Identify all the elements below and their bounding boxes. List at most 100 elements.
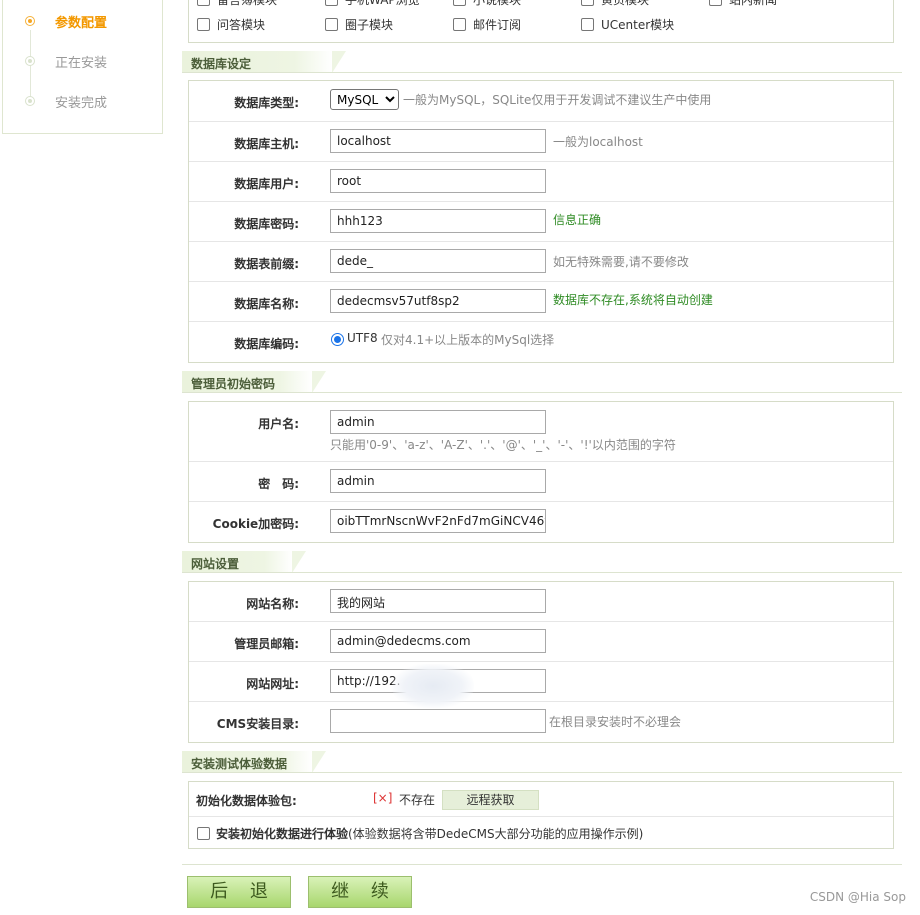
step-label: 正在安装	[55, 55, 108, 71]
step-config: 参数配置	[25, 11, 107, 31]
field-label: 用户名:	[258, 417, 299, 431]
field-label: 数据库名称:	[234, 297, 299, 311]
redaction-blur	[392, 664, 474, 708]
module-label: 黄页模块	[601, 0, 650, 7]
section-divider	[182, 392, 902, 393]
field-hint: 一般为localhost	[553, 135, 643, 149]
form-row: Cookie加密码: oibTTmrNscnWvF2nFd7mGiNCV46w	[189, 502, 893, 543]
module-checkbox-group[interactable]	[325, 18, 338, 31]
section-divider	[182, 772, 902, 773]
back-button[interactable]: 后 退	[187, 876, 291, 908]
section-divider	[182, 72, 902, 73]
step-dot-icon	[25, 96, 35, 106]
field-label: 网站网址:	[246, 677, 299, 691]
section-title-database: 数据库设定	[182, 51, 346, 73]
watermark: CSDN @Hia Sop	[809, 890, 906, 904]
db-user-input[interactable]: root	[330, 169, 546, 193]
module-label: 手机WAP浏览	[345, 0, 420, 7]
form-row: CMS安装目录: 在根目录安装时不必理会	[189, 702, 893, 743]
form-row: 网站网址: http://192.	[189, 662, 893, 702]
cms-dir-input[interactable]	[330, 709, 546, 733]
admin-username-input[interactable]: admin	[330, 410, 546, 434]
db-password-input[interactable]: hhh123	[330, 209, 546, 233]
module-checkbox-ask[interactable]	[197, 18, 210, 31]
field-label: 数据表前缀:	[234, 257, 299, 271]
field-hint: 在根目录安装时不必理会	[549, 715, 682, 729]
field-label: 网站名称:	[246, 597, 299, 611]
install-demo-label: 安装初始化数据进行体验	[216, 827, 349, 841]
field-hint: 只能用'0-9'、'a-z'、'A-Z'、'.'、'@'、'_'、'-'、'!'…	[330, 438, 676, 452]
section-title-admin: 管理员初始密码	[182, 371, 326, 393]
remote-fetch-button[interactable]: 远程获取	[442, 790, 539, 810]
module-checkbox-mail[interactable]	[453, 18, 466, 31]
module-checkbox-guestbook[interactable]	[197, 0, 210, 6]
module-label: 问答模块	[217, 18, 266, 32]
field-hint: 一般为MySQL，SQLite仅用于开发调试不建议生产中使用	[403, 93, 712, 107]
form-row: 数据表前缀: dede_ 如无特殊需要,请不要修改	[189, 242, 893, 282]
module-label: 小说模块	[473, 0, 522, 7]
install-demo-checkbox[interactable]	[197, 827, 210, 840]
continue-button[interactable]: 继 续	[308, 876, 412, 908]
form-row: 数据库编码: UTF8 仅对4.1+以上版本的MySql选择	[189, 322, 893, 363]
site-box: 网站名称: 我的网站 管理员邮箱: admin@dedecms.com 网站网址…	[188, 581, 894, 743]
step-label: 安装完成	[55, 95, 108, 111]
module-label: UCenter模块	[601, 18, 675, 32]
module-checkbox-ucenter[interactable]	[581, 18, 594, 31]
field-label: 初始化数据体验包:	[196, 794, 297, 808]
field-label: 数据库类型:	[234, 96, 299, 110]
module-label: 邮件订阅	[473, 18, 522, 32]
install-demo-hint: (体验数据将含带DedeCMS大部分功能的应用操作示例)	[348, 827, 644, 841]
step-installing: 正在安装	[25, 51, 107, 71]
module-checkbox-news[interactable]	[709, 0, 722, 6]
site-name-input[interactable]: 我的网站	[330, 589, 546, 613]
field-hint-ok: 数据库不存在,系统将自动创建	[553, 293, 713, 307]
field-label: 管理员邮箱:	[234, 637, 299, 651]
step-dot-icon	[25, 56, 35, 66]
form-row: 数据库类型: MySQL 一般为MySQL，SQLite仅用于开发调试不建议生产…	[189, 81, 893, 122]
form-row: 数据库密码: hhh123 信息正确	[189, 202, 893, 242]
module-label: 站内新闻	[729, 0, 778, 7]
admin-password-input[interactable]: admin	[330, 469, 546, 493]
step-label: 参数配置	[55, 15, 108, 31]
install-steps-panel: 参数配置 正在安装 安装完成	[2, 0, 163, 134]
db-type-select[interactable]: MySQL	[330, 89, 399, 110]
cookie-key-input[interactable]: oibTTmrNscnWvF2nFd7mGiNCV46w	[330, 509, 546, 533]
field-label: 数据库用户:	[234, 177, 299, 191]
form-row: 安装初始化数据进行体验 (体验数据将含带DedeCMS大部分功能的应用操作示例)	[189, 817, 893, 849]
charset-option-label: UTF8	[347, 331, 378, 345]
form-row: 密 码: admin	[189, 462, 893, 502]
db-name-input[interactable]: dedecmsv57utf8sp2	[330, 289, 546, 313]
admin-email-input[interactable]: admin@dedecms.com	[330, 629, 546, 653]
form-row: 数据库用户: root	[189, 162, 893, 202]
footer-divider	[182, 864, 902, 865]
field-label: CMS安装目录:	[216, 717, 299, 731]
module-label: 圈子模块	[345, 18, 394, 32]
field-label: Cookie加密码:	[212, 517, 299, 531]
module-checkbox-yellowpage[interactable]	[581, 0, 594, 6]
demo-box: 初始化数据体验包: [×] 不存在 远程获取 安装初始化数据进行体验 (体验数据…	[188, 781, 894, 849]
form-row: 数据库主机: localhost 一般为localhost	[189, 122, 893, 162]
form-row: 初始化数据体验包: [×] 不存在 远程获取	[189, 782, 893, 817]
database-box: 数据库类型: MySQL 一般为MySQL，SQLite仅用于开发调试不建议生产…	[188, 80, 894, 363]
db-prefix-input[interactable]: dede_	[330, 249, 546, 273]
section-title-demo: 安装测试体验数据	[182, 751, 326, 773]
field-label: 密 码:	[258, 477, 299, 491]
field-label: 数据库密码:	[234, 217, 299, 231]
step-active-dot-icon	[25, 16, 35, 26]
form-row: 数据库名称: dedecmsv57utf8sp2 数据库不存在,系统将自动创建	[189, 282, 893, 322]
package-status: 不存在	[399, 793, 436, 807]
field-hint: 如无特殊需要,请不要修改	[553, 255, 689, 269]
section-title-site: 网站设置	[182, 551, 306, 573]
form-row: 网站名称: 我的网站	[189, 582, 893, 622]
db-host-input[interactable]: localhost	[330, 129, 546, 153]
module-checkbox-novel[interactable]	[453, 0, 466, 6]
form-row: 管理员邮箱: admin@dedecms.com	[189, 622, 893, 662]
form-row: 用户名: admin 只能用'0-9'、'a-z'、'A-Z'、'.'、'@'、…	[189, 402, 893, 462]
module-checkbox-wap[interactable]	[325, 0, 338, 6]
admin-box: 用户名: admin 只能用'0-9'、'a-z'、'A-Z'、'.'、'@'、…	[188, 401, 894, 543]
field-hint: 仅对4.1+以上版本的MySql选择	[381, 333, 555, 347]
field-hint-ok: 信息正确	[553, 213, 602, 227]
charset-utf8-radio[interactable]	[331, 333, 344, 346]
field-label: 数据库主机:	[234, 137, 299, 151]
step-done: 安装完成	[25, 91, 107, 111]
